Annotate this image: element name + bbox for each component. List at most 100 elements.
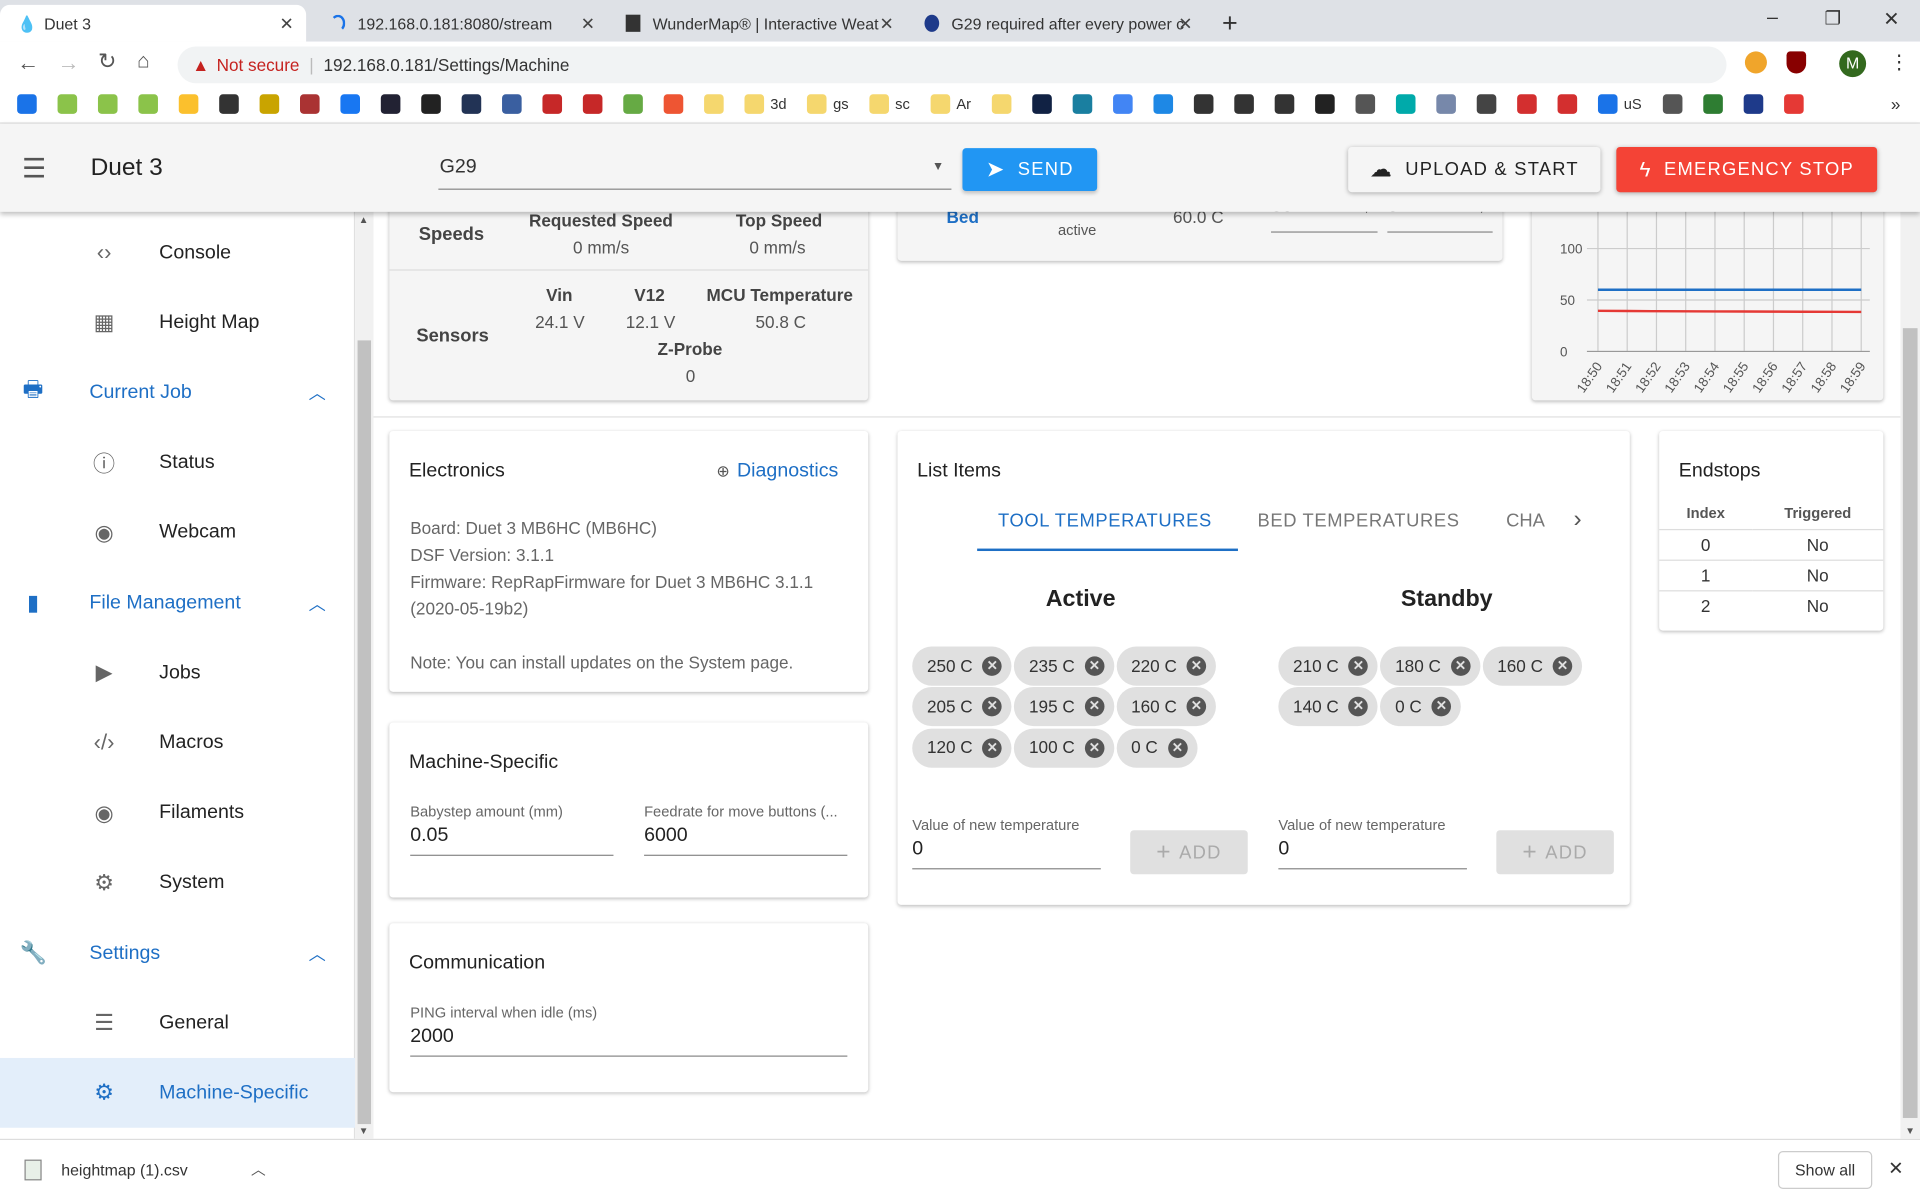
bookmark-icon[interactable] xyxy=(1557,94,1578,114)
sidebar-item-current-job[interactable]: 🖶 Current Job ︿ xyxy=(0,358,355,428)
remove-chip-icon[interactable]: ✕ xyxy=(1348,656,1369,676)
close-tab-icon[interactable]: ✕ xyxy=(1178,13,1192,34)
bookmark-label[interactable]: sc xyxy=(895,96,910,113)
bookmark-icon[interactable] xyxy=(380,94,401,114)
bookmark-icon[interactable] xyxy=(259,94,280,114)
more-bookmarks-icon[interactable]: » xyxy=(1891,94,1901,114)
sidebar-item-console[interactable]: ‹› Console xyxy=(0,218,355,288)
remove-chip-icon[interactable]: ✕ xyxy=(1186,697,1207,717)
remove-chip-icon[interactable]: ✕ xyxy=(1084,656,1105,676)
remove-chip-icon[interactable]: ✕ xyxy=(1450,656,1471,676)
bookmark-icon[interactable] xyxy=(1315,94,1335,114)
show-all-button[interactable]: Show all xyxy=(1777,1151,1873,1189)
tab-chamber-temperatures[interactable]: CHA xyxy=(1506,511,1550,532)
chevron-up-icon[interactable]: ︿ xyxy=(309,381,326,405)
add-active-button[interactable]: + ADD xyxy=(1130,830,1248,875)
new-active-temp-field[interactable]: Value of new temperature 0 xyxy=(912,817,1101,870)
remove-chip-icon[interactable]: ✕ xyxy=(1186,656,1207,676)
bookmark-icon[interactable] xyxy=(340,94,361,114)
remove-chip-icon[interactable]: ✕ xyxy=(1084,697,1105,717)
remove-chip-icon[interactable]: ✕ xyxy=(982,697,1003,717)
bookmark-icon[interactable] xyxy=(421,94,441,114)
maximize-button[interactable]: ❐ xyxy=(1824,7,1840,30)
bookmark-icon[interactable] xyxy=(300,94,320,114)
bookmark-icon[interactable] xyxy=(57,94,78,114)
bookmark-icon[interactable] xyxy=(1662,94,1683,114)
sidebar-item-macros[interactable]: ‹/› Macros xyxy=(0,708,355,778)
back-icon[interactable]: ← xyxy=(17,50,39,76)
remove-chip-icon[interactable]: ✕ xyxy=(1084,737,1105,758)
sidebar-item-webcam[interactable]: ◉ Webcam xyxy=(0,498,355,568)
bookmark-icon[interactable] xyxy=(219,94,239,114)
sidebar-item-jobs[interactable]: ▶ Jobs xyxy=(0,638,355,708)
bookmark-icon[interactable] xyxy=(744,94,765,114)
remove-chip-icon[interactable]: ✕ xyxy=(982,737,1003,758)
bookmark-icon[interactable] xyxy=(663,94,684,114)
sidebar-item-system[interactable]: ⚙ System xyxy=(0,848,355,918)
bookmark-icon[interactable] xyxy=(1032,94,1052,114)
remove-chip-icon[interactable]: ✕ xyxy=(1348,697,1369,717)
bookmark-icon[interactable] xyxy=(502,94,522,114)
tab-bed-temperatures[interactable]: BED TEMPERATURES xyxy=(1258,511,1460,532)
bookmark-icon[interactable] xyxy=(1476,94,1497,114)
close-tab-icon[interactable]: ✕ xyxy=(280,13,294,34)
bookmark-label[interactable]: gs xyxy=(833,96,849,113)
close-tab-icon[interactable]: ✕ xyxy=(581,13,595,34)
sidebar-item-filaments[interactable]: ◉ Filaments xyxy=(0,778,355,848)
bookmark-label[interactable]: 3d xyxy=(770,96,786,113)
bookmark-icon[interactable] xyxy=(1072,94,1093,114)
hamburger-icon[interactable]: ☰ xyxy=(22,153,46,185)
omnibox[interactable]: ▲ Not secure | 192.168.0.181/Settings/Ma… xyxy=(177,46,1727,84)
bookmark-icon[interactable] xyxy=(178,94,199,114)
sidebar-item-file-management[interactable]: ▮ File Management ︿ xyxy=(0,568,355,638)
bookmark-icon[interactable] xyxy=(1234,94,1254,114)
feedrate-field[interactable]: Feedrate for move buttons (... 6000 xyxy=(644,803,848,856)
bookmark-icon[interactable] xyxy=(1153,94,1174,114)
chevron-right-icon[interactable]: › xyxy=(1573,506,1581,534)
emergency-stop-button[interactable]: ϟ EMERGENCY STOP xyxy=(1616,146,1878,193)
minimize-button[interactable]: – xyxy=(1767,7,1778,29)
bookmark-icon[interactable] xyxy=(582,94,603,114)
bookmark-label[interactable]: Ar xyxy=(956,96,971,113)
remove-chip-icon[interactable]: ✕ xyxy=(1167,737,1188,758)
dropdown-icon[interactable]: ▼ xyxy=(932,160,944,173)
code-input[interactable]: G29 ▼ xyxy=(438,146,952,190)
sidebar-item-status[interactable]: ⓘ Status xyxy=(0,428,355,498)
close-tab-icon[interactable]: ✕ xyxy=(880,13,894,34)
new-tab-button[interactable]: + xyxy=(1222,7,1238,39)
bookmark-icon[interactable] xyxy=(704,94,724,114)
chevron-up-icon[interactable]: ︿ xyxy=(309,941,326,965)
diagnostics-link[interactable]: ⊕ Diagnostics xyxy=(716,460,838,482)
babystep-field[interactable]: Babystep amount (mm) 0.05 xyxy=(410,803,614,856)
home-icon[interactable]: ⌂ xyxy=(137,49,150,73)
sidebar-item-general[interactable]: ☰ General xyxy=(0,988,355,1058)
send-button[interactable]: ➤ SEND xyxy=(962,148,1098,192)
bookmark-icon[interactable] xyxy=(17,94,37,114)
add-standby-button[interactable]: + ADD xyxy=(1496,830,1614,875)
remove-chip-icon[interactable]: ✕ xyxy=(982,656,1003,676)
tab-forum[interactable]: G29 required after every power c ✕ xyxy=(907,5,1205,42)
menu-icon[interactable]: ⋮ xyxy=(1889,50,1909,74)
chevron-up-icon[interactable]: ︿ xyxy=(251,1158,266,1179)
profile-avatar[interactable]: M xyxy=(1839,50,1867,78)
bookmark-icon[interactable] xyxy=(138,94,158,114)
chevron-up-icon[interactable]: ︿ xyxy=(309,591,326,615)
bookmark-icon[interactable] xyxy=(1193,94,1214,114)
bookmark-icon[interactable] xyxy=(1395,94,1416,114)
ping-interval-field[interactable]: PING interval when idle (ms) 2000 xyxy=(410,1004,848,1057)
bookmark-icon[interactable] xyxy=(1274,94,1295,114)
ublock-icon[interactable] xyxy=(1786,51,1807,74)
bookmark-icon[interactable] xyxy=(542,94,563,114)
forward-icon[interactable]: → xyxy=(58,50,80,76)
bookmark-icon[interactable] xyxy=(1702,94,1723,114)
remove-chip-icon[interactable]: ✕ xyxy=(1431,697,1452,717)
bookmark-icon[interactable] xyxy=(1743,94,1763,114)
close-window-button[interactable]: ✕ xyxy=(1883,7,1899,31)
bookmark-icon[interactable] xyxy=(1598,94,1618,114)
close-download-bar-icon[interactable]: ✕ xyxy=(1888,1157,1903,1179)
bookmark-icon[interactable] xyxy=(1355,94,1376,114)
tab-wundermap[interactable]: WunderMap® | Interactive Weat ✕ xyxy=(609,5,907,42)
bookmark-icon[interactable] xyxy=(930,94,951,114)
sidebar-item-machine-specific[interactable]: ⚙ Machine-Specific xyxy=(0,1058,356,1129)
sidebar-item-height-map[interactable]: ▦ Height Map xyxy=(0,288,355,358)
